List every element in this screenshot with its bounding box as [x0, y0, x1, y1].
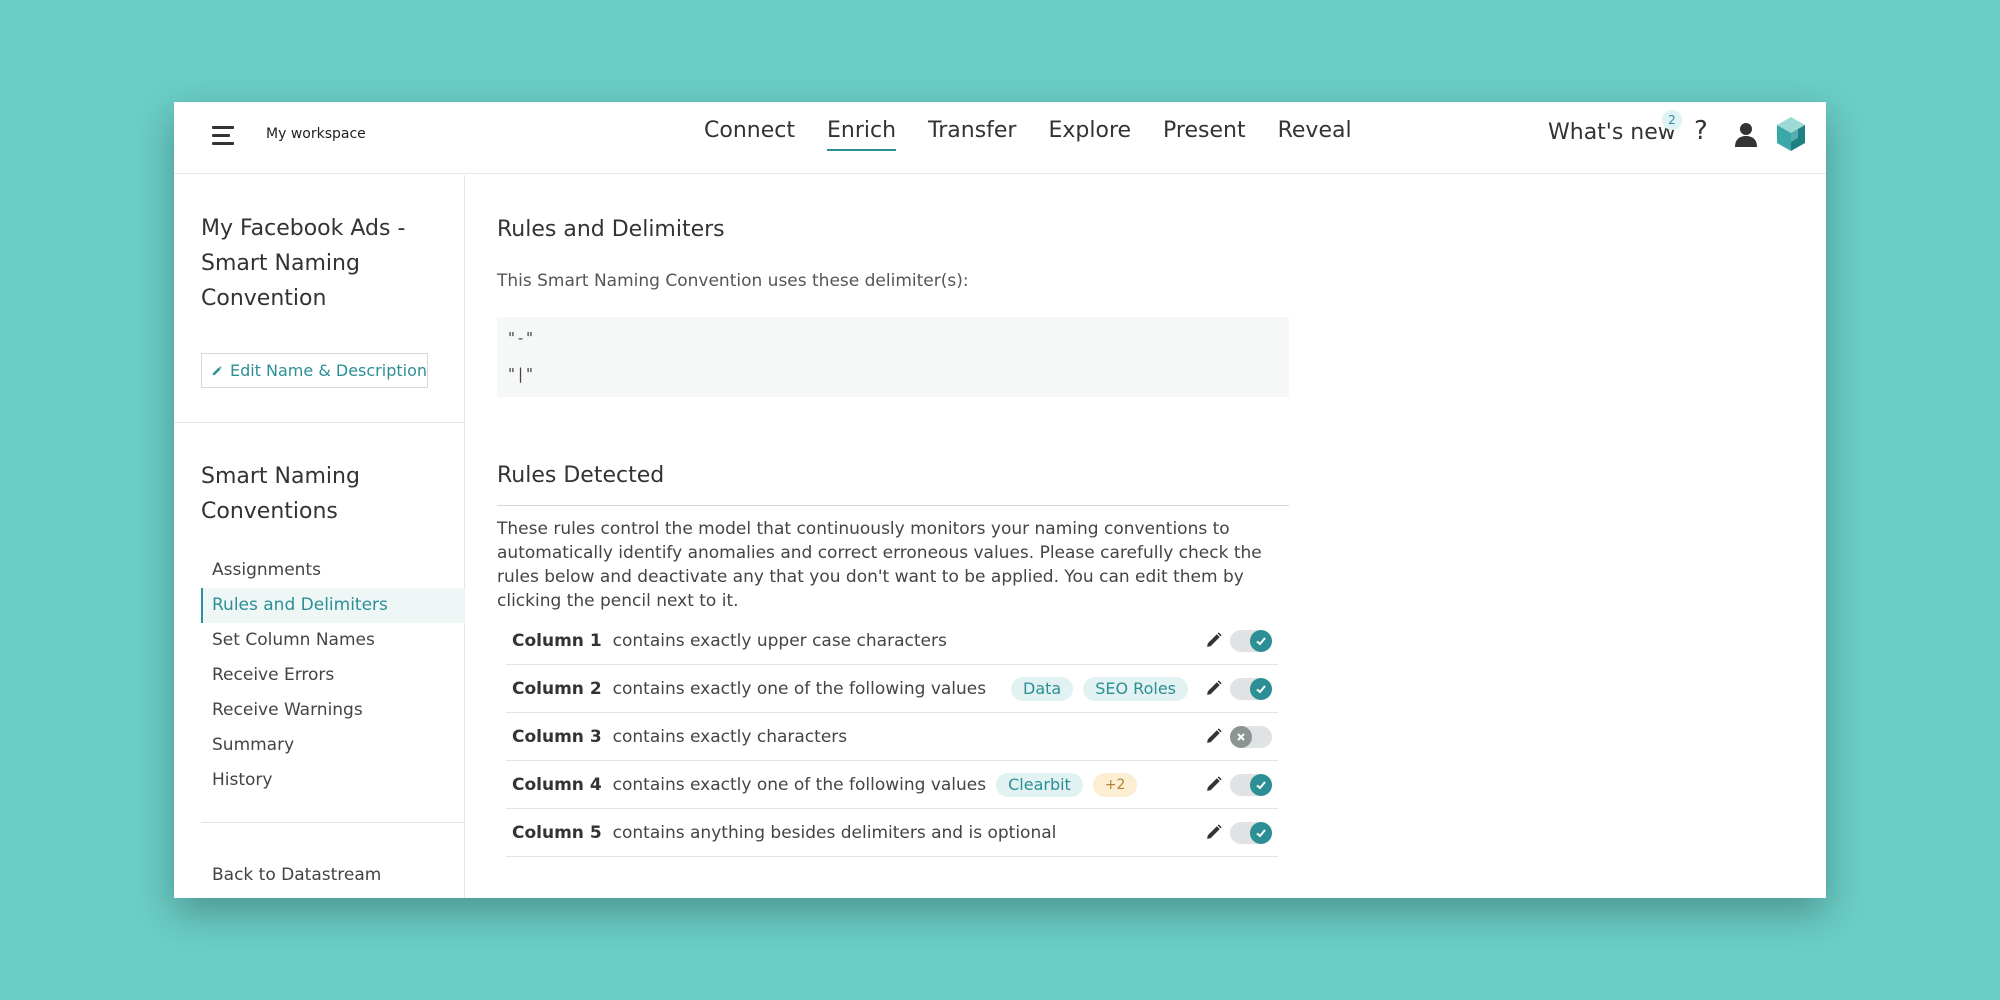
rule-column-name: Column 5 [512, 822, 602, 843]
main-nav: Connect Enrich Transfer Explore Present … [704, 118, 1352, 151]
sidebar-menu: Assignments Rules and Delimiters Set Col… [201, 553, 465, 798]
heading-divider [497, 505, 1289, 506]
sidebar-item-history[interactable]: History [201, 763, 465, 798]
rule-row: Column 2 contains exactly one of the foll… [506, 665, 1278, 713]
edit-rule-pencil-icon[interactable] [1206, 632, 1222, 648]
rule-text: contains anything besides delimiters and… [612, 822, 1057, 843]
rule-toggle[interactable] [1230, 822, 1272, 844]
sidebar-item-assignments[interactable]: Assignments [201, 553, 465, 588]
edit-rule-pencil-icon[interactable] [1206, 680, 1222, 696]
rule-toggle[interactable] [1230, 678, 1272, 700]
more-values-tag[interactable]: +2 [1092, 772, 1138, 797]
nav-reveal[interactable]: Reveal [1278, 118, 1352, 151]
sidebar-item-receive-warnings[interactable]: Receive Warnings [201, 693, 465, 728]
logo-icon[interactable] [1776, 116, 1806, 152]
rule-row: Column 4 contains exactly one of the foll… [506, 761, 1278, 809]
value-tag[interactable]: Clearbit [996, 772, 1083, 797]
value-tags: Data SEO Roles [1001, 677, 1188, 701]
delimiter-box: "-" "|" [497, 317, 1289, 397]
nav-connect[interactable]: Connect [704, 118, 795, 151]
sidebar: My Facebook Ads - Smart Naming Conventio… [174, 175, 465, 898]
sidebar-divider [201, 822, 464, 823]
rules-description: These rules control the model that conti… [497, 519, 1262, 611]
nav-present[interactable]: Present [1163, 118, 1246, 151]
rule-column-name: Column 1 [512, 630, 602, 651]
rule-text: contains exactly characters [612, 726, 848, 747]
sidebar-divider [174, 422, 464, 423]
main-content: Rules and Delimiters This Smart Naming C… [466, 175, 1826, 898]
value-tag[interactable]: SEO Roles [1083, 677, 1188, 701]
delimiter-value: "-" [507, 329, 535, 347]
delimiter-value: "|" [507, 365, 535, 383]
rule-row: Column 5 contains anything besides delimi… [506, 809, 1278, 857]
whats-new-count-badge: 2 [1662, 110, 1682, 130]
rules-list: Column 1 contains exactly upper case char… [506, 617, 1278, 857]
back-to-datastream-link[interactable]: Back to Datastream [212, 865, 381, 885]
nav-enrich[interactable]: Enrich [826, 118, 897, 151]
whats-new-link[interactable]: What's new [1548, 120, 1676, 145]
app-window: My workspace Connect Enrich Transfer Exp… [174, 102, 1826, 898]
sidebar-item-summary[interactable]: Summary [201, 728, 465, 763]
check-icon [1250, 630, 1272, 652]
rule-toggle[interactable] [1230, 774, 1272, 796]
section-title: Smart Naming Conventions [201, 464, 360, 524]
delimiter-intro-text: This Smart Naming Convention uses these … [497, 271, 969, 291]
sidebar-item-set-column-names[interactable]: Set Column Names [201, 623, 465, 658]
edit-rule-pencil-icon[interactable] [1206, 776, 1222, 792]
rule-row: Column 3 contains exactly characters [506, 713, 1278, 761]
sidebar-item-rules-and-delimiters[interactable]: Rules and Delimiters [201, 588, 465, 623]
rule-column-name: Column 4 [512, 774, 602, 795]
nav-explore[interactable]: Explore [1048, 118, 1131, 151]
check-icon [1250, 822, 1272, 844]
x-icon [1230, 726, 1252, 748]
top-bar: My workspace Connect Enrich Transfer Exp… [174, 102, 1826, 174]
pencil-icon [212, 365, 222, 375]
menu-icon[interactable] [212, 126, 236, 148]
rule-text: contains exactly upper case characters [612, 630, 947, 651]
rules-delimiters-heading: Rules and Delimiters [497, 217, 725, 242]
nav-transfer[interactable]: Transfer [928, 118, 1016, 151]
rule-toggle[interactable] [1230, 726, 1272, 748]
rule-text: contains exactly one of the following va… [612, 774, 987, 795]
help-icon[interactable]: ? [1694, 116, 1708, 146]
value-tag[interactable]: Data [1011, 677, 1074, 701]
rule-column-name: Column 3 [512, 726, 602, 747]
user-icon[interactable] [1734, 122, 1758, 148]
workspace-label[interactable]: My workspace [266, 126, 366, 142]
rule-text: contains exactly one of the following va… [612, 678, 987, 699]
edit-rule-pencil-icon[interactable] [1206, 824, 1222, 840]
convention-title: My Facebook Ads - Smart Naming Conventio… [201, 216, 406, 311]
check-icon [1250, 774, 1272, 796]
rule-toggle[interactable] [1230, 630, 1272, 652]
rule-column-name: Column 2 [512, 678, 602, 699]
edit-name-description-button[interactable]: Edit Name & Description [201, 353, 428, 388]
edit-rule-pencil-icon[interactable] [1206, 728, 1222, 744]
sidebar-item-receive-errors[interactable]: Receive Errors [201, 658, 465, 693]
rules-detected-heading: Rules Detected [497, 463, 665, 488]
rule-row: Column 1 contains exactly upper case char… [506, 617, 1278, 665]
edit-button-label: Edit Name & Description [229, 361, 427, 380]
check-icon [1250, 678, 1272, 700]
